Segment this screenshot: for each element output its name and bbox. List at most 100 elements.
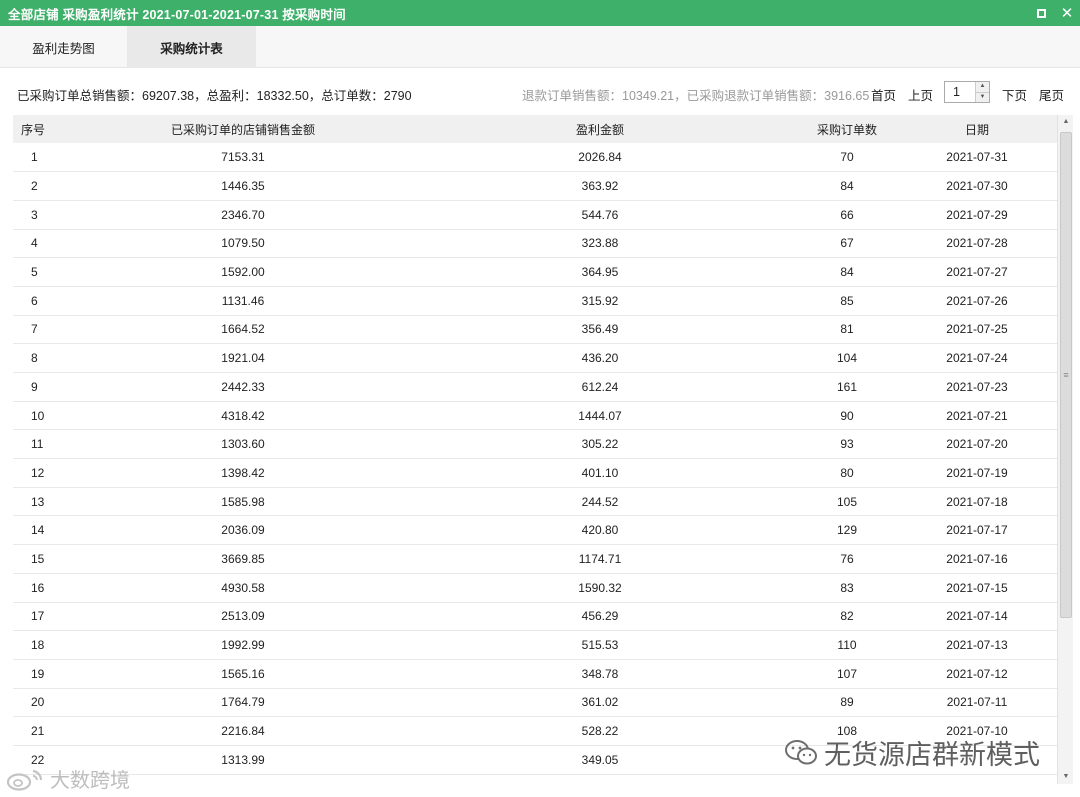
watermark-left: 大数跨境 bbox=[6, 764, 130, 793]
column-header-index[interactable]: 序号 bbox=[13, 115, 83, 143]
cell-sales: 2216.84 bbox=[221, 724, 265, 739]
cell-orders: 81 bbox=[840, 322, 854, 337]
maximize-button[interactable] bbox=[1028, 0, 1054, 26]
cell-index: 10 bbox=[31, 408, 45, 423]
table-row[interactable]: 18 1992.99 515.53 110 2021-07-13 bbox=[13, 631, 1057, 660]
cell-date: 2021-07-21 bbox=[946, 408, 1008, 423]
cell-sales: 3669.85 bbox=[221, 551, 265, 566]
cell-profit: 315.92 bbox=[581, 293, 619, 308]
table-body: 1 7153.31 2026.84 70 2021-07-31 2 1446.35 363.9… bbox=[13, 143, 1057, 775]
table-row[interactable]: 20 1764.79 361.02 89 2021-07-11 bbox=[13, 688, 1057, 717]
table-row[interactable]: 16 4930.58 1590.32 83 2021-07-15 bbox=[13, 573, 1057, 602]
table-row[interactable]: 12 1398.42 401.10 80 2021-07-19 bbox=[13, 459, 1057, 488]
cell-date: 2021-07-29 bbox=[946, 207, 1008, 222]
title-bar: 全部店铺 采购盈利统计 2021-07-01-2021-07-31 按采购时间 … bbox=[0, 0, 1080, 26]
cell-profit: 420.80 bbox=[581, 523, 619, 538]
page-down-icon[interactable]: ▼ bbox=[976, 91, 989, 102]
maximize-icon bbox=[1036, 8, 1046, 18]
cell-index: 15 bbox=[31, 551, 45, 566]
cell-date: 2021-07-20 bbox=[946, 437, 1008, 452]
cell-index: 3 bbox=[31, 207, 38, 222]
vertical-scrollbar[interactable]: ▲ ≡ ▼ bbox=[1057, 115, 1073, 784]
cell-orders: 107 bbox=[836, 666, 858, 681]
cell-index: 20 bbox=[31, 695, 45, 710]
cell-orders: 161 bbox=[836, 379, 858, 394]
close-button[interactable]: ✕ bbox=[1054, 0, 1080, 26]
column-header-orders[interactable]: 采购订单数 bbox=[797, 115, 897, 143]
table-row[interactable]: 19 1565.16 348.78 107 2021-07-12 bbox=[13, 659, 1057, 689]
cell-profit: 348.78 bbox=[581, 666, 619, 681]
cell-sales: 1303.60 bbox=[221, 437, 265, 452]
cell-orders: 129 bbox=[836, 523, 858, 538]
page-number-input[interactable] bbox=[945, 82, 975, 102]
table-row[interactable]: 4 1079.50 323.88 67 2021-07-28 bbox=[13, 229, 1057, 258]
table-row[interactable]: 5 1592.00 364.95 84 2021-07-27 bbox=[13, 258, 1057, 287]
cell-sales: 2442.33 bbox=[221, 379, 265, 394]
cell-profit: 1174.71 bbox=[578, 551, 622, 566]
table-row[interactable]: 11 1303.60 305.22 93 2021-07-20 bbox=[13, 430, 1057, 459]
refund-summary-text: 退款订单销售额：10349.21，已采购退款订单销售额：3916.65 bbox=[522, 89, 870, 103]
watermark-left-text: 大数跨境 bbox=[50, 768, 130, 792]
cell-sales: 1664.52 bbox=[221, 322, 265, 337]
cell-profit: 305.22 bbox=[581, 437, 619, 452]
table-row[interactable]: 13 1585.98 244.52 105 2021-07-18 bbox=[13, 487, 1057, 516]
table-row[interactable]: 8 1921.04 436.20 104 2021-07-24 bbox=[13, 344, 1057, 373]
table-row[interactable]: 1 7153.31 2026.84 70 2021-07-31 bbox=[13, 143, 1057, 172]
cell-date: 2021-07-30 bbox=[946, 179, 1008, 194]
table-row[interactable]: 14 2036.09 420.80 129 2021-07-17 bbox=[13, 516, 1057, 545]
table-row[interactable]: 15 3669.85 1174.71 76 2021-07-16 bbox=[13, 545, 1057, 574]
cell-profit: 2026.84 bbox=[578, 150, 622, 165]
cell-index: 7 bbox=[31, 322, 38, 337]
cell-sales: 1446.35 bbox=[221, 179, 265, 194]
tab-profit-trend[interactable]: 盈利走势图 bbox=[0, 26, 127, 68]
table-row[interactable]: 9 2442.33 612.24 161 2021-07-23 bbox=[13, 373, 1057, 402]
cell-profit: 356.49 bbox=[581, 322, 619, 337]
table-row[interactable]: 2 1446.35 363.92 84 2021-07-30 bbox=[13, 172, 1057, 201]
cell-sales: 2513.09 bbox=[221, 609, 265, 624]
wechat-logo-icon bbox=[785, 739, 817, 764]
cell-orders: 105 bbox=[836, 494, 858, 509]
column-header-profit[interactable]: 盈利金额 bbox=[403, 115, 797, 143]
cell-orders: 110 bbox=[837, 638, 857, 653]
tab-purchase-table[interactable]: 采购统计表 bbox=[127, 26, 256, 68]
cell-profit: 364.95 bbox=[581, 265, 619, 280]
cell-profit: 361.02 bbox=[581, 695, 619, 710]
scroll-up-icon[interactable]: ▲ bbox=[1058, 115, 1074, 129]
cell-date: 2021-07-24 bbox=[946, 351, 1008, 366]
table-row[interactable]: 6 1131.46 315.92 85 2021-07-26 bbox=[13, 286, 1057, 316]
scroll-down-icon[interactable]: ▼ bbox=[1058, 770, 1074, 784]
cell-orders: 89 bbox=[840, 695, 854, 710]
cell-index: 6 bbox=[31, 293, 38, 308]
cell-index: 8 bbox=[31, 351, 38, 366]
last-page-link[interactable]: 尾页 bbox=[1039, 85, 1064, 104]
first-page-link[interactable]: 首页 bbox=[871, 85, 896, 104]
cell-index: 17 bbox=[31, 609, 45, 624]
weibo-logo-icon bbox=[6, 769, 43, 791]
table-row[interactable]: 3 2346.70 544.76 66 2021-07-29 bbox=[13, 200, 1057, 230]
cell-profit: 1444.07 bbox=[578, 408, 622, 423]
cell-sales: 4318.42 bbox=[221, 408, 265, 423]
table-row[interactable]: 10 4318.42 1444.07 90 2021-07-21 bbox=[13, 401, 1057, 430]
cell-profit: 528.22 bbox=[581, 724, 619, 739]
cell-orders: 67 bbox=[840, 236, 854, 251]
page-spin: ▲ ▼ bbox=[975, 82, 989, 102]
cell-orders: 76 bbox=[840, 551, 854, 566]
column-header-date[interactable]: 日期 bbox=[897, 115, 1057, 143]
cell-sales: 1992.99 bbox=[221, 638, 265, 653]
cell-date: 2021-07-17 bbox=[946, 523, 1008, 538]
page-up-icon[interactable]: ▲ bbox=[976, 82, 989, 92]
cell-profit: 436.20 bbox=[581, 351, 619, 366]
cell-date: 2021-07-13 bbox=[946, 638, 1008, 653]
cell-profit: 244.52 bbox=[581, 494, 619, 509]
cell-index: 9 bbox=[31, 379, 38, 394]
column-header-sales[interactable]: 已采购订单的店铺销售金额 bbox=[83, 115, 403, 143]
prev-page-link[interactable]: 上页 bbox=[908, 85, 933, 104]
next-page-link[interactable]: 下页 bbox=[1002, 85, 1027, 104]
cell-date: 2021-07-28 bbox=[946, 236, 1008, 251]
table-row[interactable]: 7 1664.52 356.49 81 2021-07-25 bbox=[13, 315, 1057, 344]
summary-text: 已采购订单总销售额：69207.38，总盈利：18332.50，总订单数：279… bbox=[17, 89, 412, 103]
table-row[interactable]: 17 2513.09 456.29 82 2021-07-14 bbox=[13, 602, 1057, 631]
scrollbar-thumb[interactable]: ≡ bbox=[1060, 132, 1072, 618]
cell-profit: 515.53 bbox=[581, 638, 619, 653]
cell-index: 21 bbox=[31, 724, 45, 739]
